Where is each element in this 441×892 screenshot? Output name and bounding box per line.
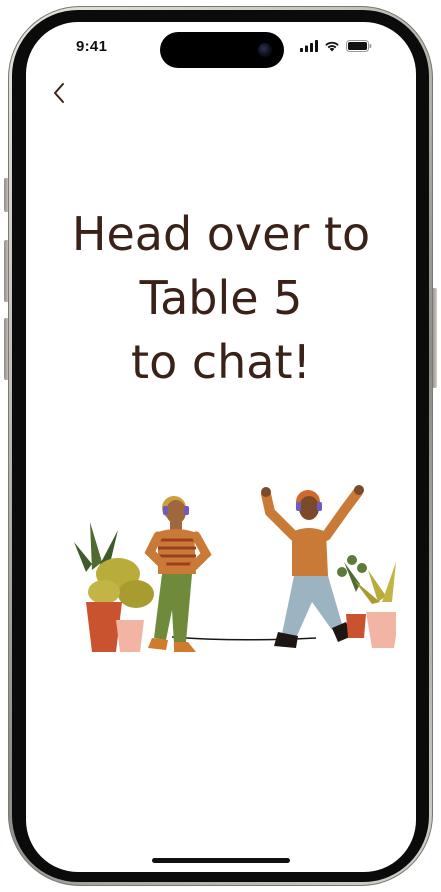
home-indicator[interactable] (152, 858, 290, 863)
left-plant-group (74, 522, 154, 652)
status-icons (300, 40, 372, 52)
dynamic-island (160, 32, 284, 68)
dancing-people-illustration (74, 485, 396, 652)
front-camera-icon (258, 43, 272, 57)
headline-line-3: to chat! (131, 335, 311, 389)
battery-icon (346, 40, 372, 52)
person-left (144, 496, 212, 652)
wifi-icon (325, 41, 339, 52)
cellular-signal-icon (300, 40, 318, 52)
screen: 9:41 Head over to Table 5 to chat! (26, 22, 416, 872)
headline: Head over to Table 5 to chat! (26, 202, 416, 394)
status-time: 9:41 (76, 38, 108, 55)
back-button[interactable] (46, 78, 72, 108)
headline-line-1: Head over to (71, 207, 371, 261)
chevron-left-icon (54, 83, 64, 103)
headline-line-2: Table 5 (139, 271, 303, 325)
